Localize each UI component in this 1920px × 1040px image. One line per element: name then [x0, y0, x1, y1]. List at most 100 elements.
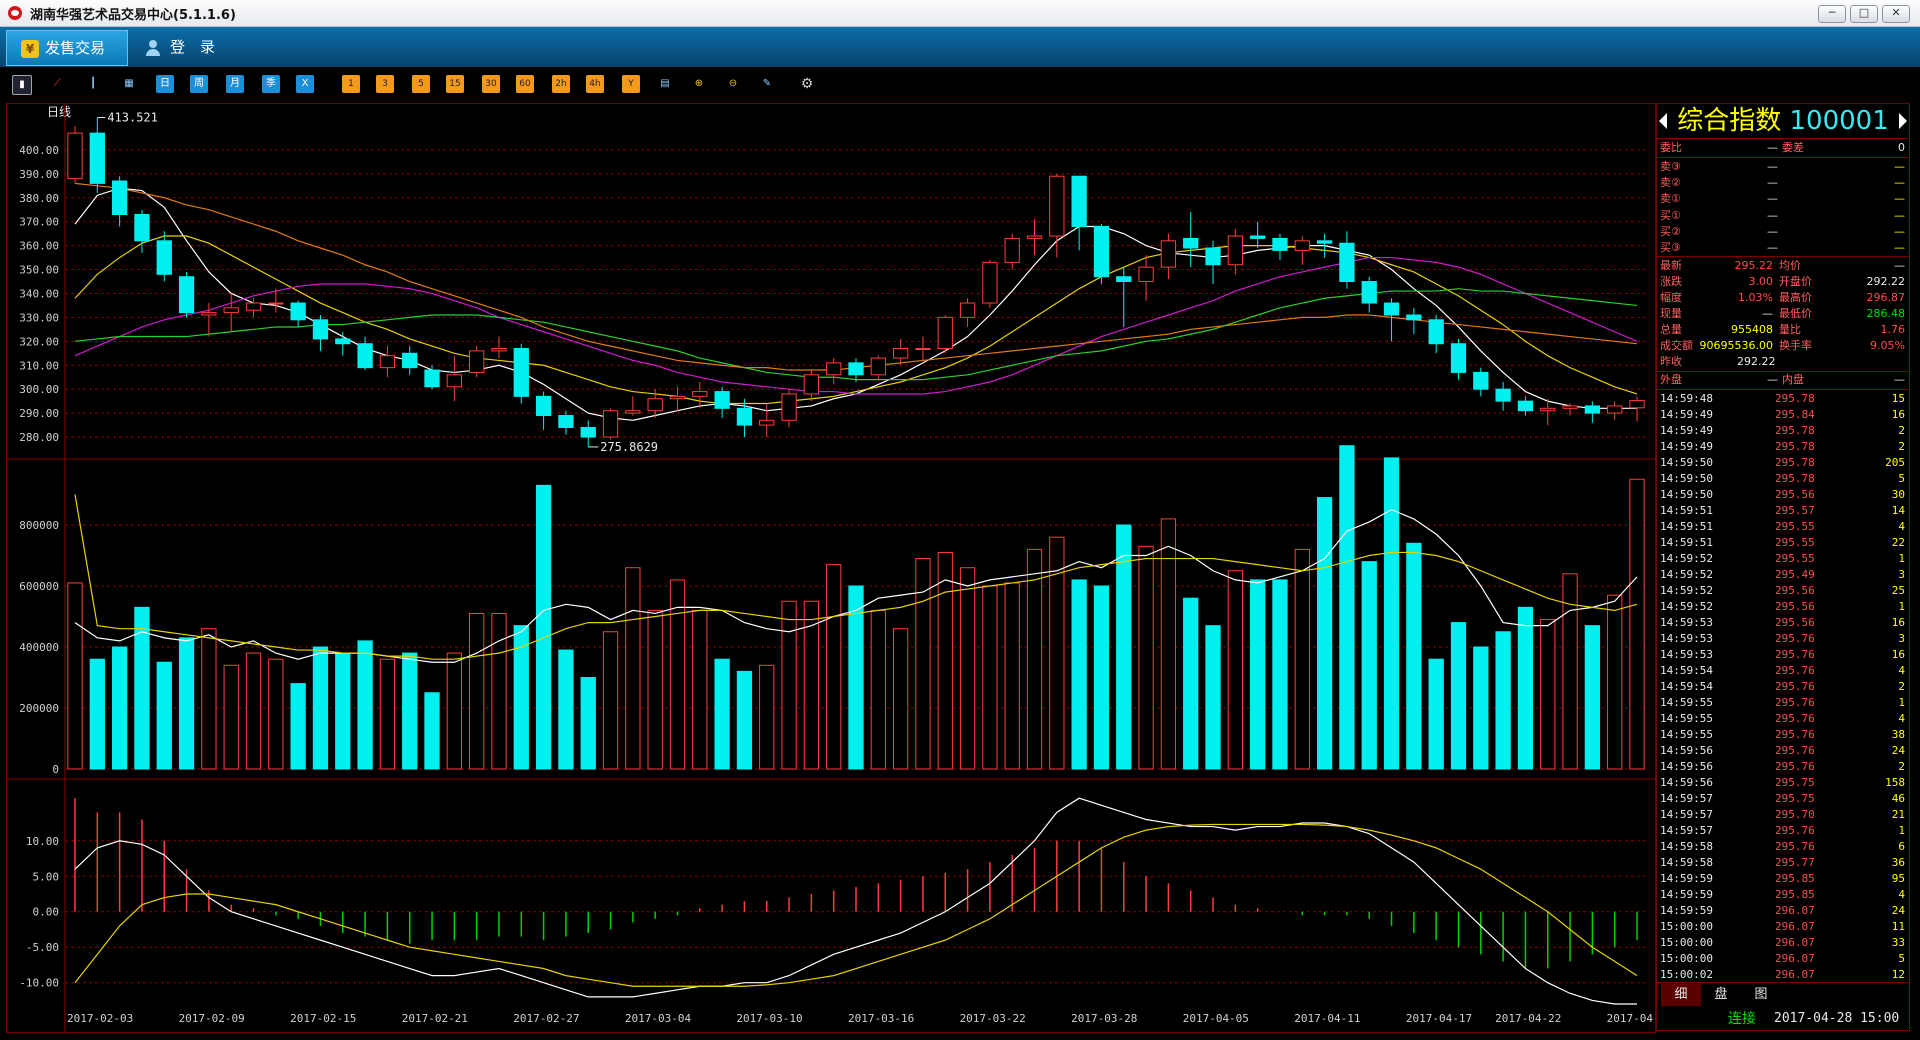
- price-ma-line: [74, 182, 1638, 371]
- ask-volume: —: [1894, 176, 1905, 189]
- stat-label: 开盘价: [1779, 275, 1812, 288]
- period-label: 日线: [47, 105, 71, 119]
- minimize-button[interactable]: ─: [1818, 5, 1846, 23]
- interval-5-button[interactable]: 5: [412, 75, 430, 93]
- tick-time: 14:59:52: [1660, 584, 1713, 597]
- candle-body: [1272, 237, 1288, 251]
- tick-row: 15:00:00 296.07 11: [1657, 919, 1909, 935]
- tick-price: 295.56: [1775, 584, 1815, 597]
- next-arrow-icon[interactable]: [1899, 113, 1907, 129]
- stat-label: 现量: [1660, 307, 1682, 320]
- tick-row: 14:59:49 295.78 2: [1657, 423, 1909, 439]
- period-quarter-button[interactable]: 季: [262, 75, 280, 93]
- outer-inner-row: 外盘 — 内盘 —: [1657, 372, 1909, 388]
- tick-volume: 11: [1891, 920, 1905, 933]
- volume-bar: [1250, 579, 1266, 770]
- tab-chart[interactable]: 图: [1741, 984, 1781, 1006]
- chart-area[interactable]: 日线 280.00 290.00 300.00 310.00 320.00 330.00 3…: [6, 103, 1673, 1033]
- volume-bar: [357, 640, 373, 770]
- tab-detail[interactable]: 细: [1661, 984, 1701, 1006]
- stat-label: 最新: [1660, 259, 1682, 272]
- tick-volume: 95: [1891, 872, 1905, 885]
- stat-label: 成交额: [1660, 339, 1693, 352]
- volume-bar: [1205, 625, 1221, 770]
- stat-row: 总量 955408 量比 1.76: [1657, 322, 1909, 338]
- tick-volume: 1: [1898, 824, 1905, 837]
- tick-time: 14:59:52: [1660, 600, 1713, 613]
- tick-price: 295.85: [1775, 888, 1815, 901]
- period-week-button[interactable]: 周: [190, 75, 208, 93]
- volume-bar: [335, 652, 351, 770]
- tick-time: 14:59:57: [1660, 808, 1713, 821]
- tick-price: 295.76: [1775, 760, 1815, 773]
- candle-body: [1517, 400, 1534, 412]
- draw-line-icon[interactable]: ✎: [758, 75, 776, 93]
- tick-volume: 24: [1891, 744, 1905, 757]
- kline-chart-svg[interactable]: 日线 280.00 290.00 300.00 310.00 320.00 330.00 3…: [7, 104, 1673, 1032]
- line-chart-icon[interactable]: ⟋: [48, 75, 66, 93]
- tab-sell-trading[interactable]: ¥ 发售交易: [6, 30, 128, 66]
- tick-volume: 16: [1891, 616, 1905, 629]
- tick-row: 14:59:56 295.76 24: [1657, 743, 1909, 759]
- tick-volume: 4: [1898, 520, 1905, 533]
- period-day-button[interactable]: 日: [156, 75, 174, 93]
- tick-volume: 16: [1891, 648, 1905, 661]
- period-x-button[interactable]: X: [296, 75, 314, 93]
- interval-15-button[interactable]: 15: [446, 75, 464, 93]
- volume-bar: [1361, 561, 1377, 770]
- x-axis-date-label: 2017-02-27: [513, 1012, 579, 1025]
- interval-30-button[interactable]: 30: [482, 75, 500, 93]
- tick-price: 295.70: [1775, 808, 1815, 821]
- tick-row: 15:00:02 296.07 12: [1657, 967, 1909, 983]
- prev-close-row: 昨收 292.22: [1657, 354, 1909, 370]
- stat-label: 换手率: [1779, 339, 1812, 352]
- volume-bar: [1495, 631, 1511, 770]
- candle-body: [1428, 319, 1444, 345]
- interval-60-button[interactable]: 60: [516, 75, 534, 93]
- calendar-icon[interactable]: ▦: [120, 75, 138, 93]
- tick-row: 14:59:52 295.56 1: [1657, 599, 1909, 615]
- tab-book[interactable]: 盘: [1701, 984, 1741, 1006]
- x-axis-date-label: 2017-03-22: [960, 1012, 1026, 1025]
- interval-3-button[interactable]: 3: [376, 75, 394, 93]
- zoom-in-icon[interactable]: ⊕: [690, 75, 708, 93]
- candle-body: [357, 343, 373, 369]
- settings-gear-icon[interactable]: ⚙: [798, 75, 816, 93]
- tick-row: 14:59:59 295.85 95: [1657, 871, 1909, 887]
- candle-body: [290, 302, 306, 321]
- tick-row: 14:59:55 295.76 38: [1657, 727, 1909, 743]
- zoom-out-icon[interactable]: ⊖: [724, 75, 742, 93]
- prev-arrow-icon[interactable]: [1659, 113, 1667, 129]
- image-icon[interactable]: ▤: [656, 75, 674, 93]
- tick-time: 14:59:52: [1660, 568, 1713, 581]
- interval-4h-button[interactable]: 4h: [586, 75, 604, 93]
- tick-time: 14:59:49: [1660, 424, 1713, 437]
- interval-2h-button[interactable]: 2h: [552, 75, 570, 93]
- tick-row: 14:59:51 295.57 14: [1657, 503, 1909, 519]
- close-button[interactable]: ✕: [1882, 5, 1910, 23]
- interval-1-button[interactable]: 1: [342, 75, 360, 93]
- volume-bar: [736, 670, 753, 770]
- tick-volume: 205: [1885, 456, 1905, 469]
- tab-login[interactable]: 登 录: [138, 30, 238, 64]
- bar-chart-icon[interactable]: ▮: [12, 75, 32, 95]
- stat-row: 最新 295.22 均价 —: [1657, 258, 1909, 274]
- interval-year-button[interactable]: Y: [622, 75, 640, 93]
- volume-bar: [201, 628, 217, 770]
- bid-label: 买②: [1660, 225, 1681, 238]
- price-tick-label: 360.00: [19, 240, 59, 253]
- bid-price: —: [1767, 225, 1778, 238]
- period-month-button[interactable]: 月: [226, 75, 244, 93]
- tick-volume: 30: [1891, 488, 1905, 501]
- tick-volume: 21: [1891, 808, 1905, 821]
- tick-row: 14:59:52 295.55 1: [1657, 551, 1909, 567]
- stat-value: 9.05%: [1870, 339, 1905, 352]
- candlestick-icon[interactable]: ┃: [84, 75, 102, 93]
- volume-bar: [892, 628, 909, 770]
- tick-time: 14:59:56: [1660, 760, 1713, 773]
- tick-price: 295.49: [1775, 568, 1815, 581]
- x-axis-date-label: 2017-04-17: [1406, 1012, 1472, 1025]
- maximize-button[interactable]: □: [1850, 5, 1878, 23]
- x-axis-date-label: 2017-03-04: [625, 1012, 692, 1025]
- tick-volume: 4: [1898, 664, 1905, 677]
